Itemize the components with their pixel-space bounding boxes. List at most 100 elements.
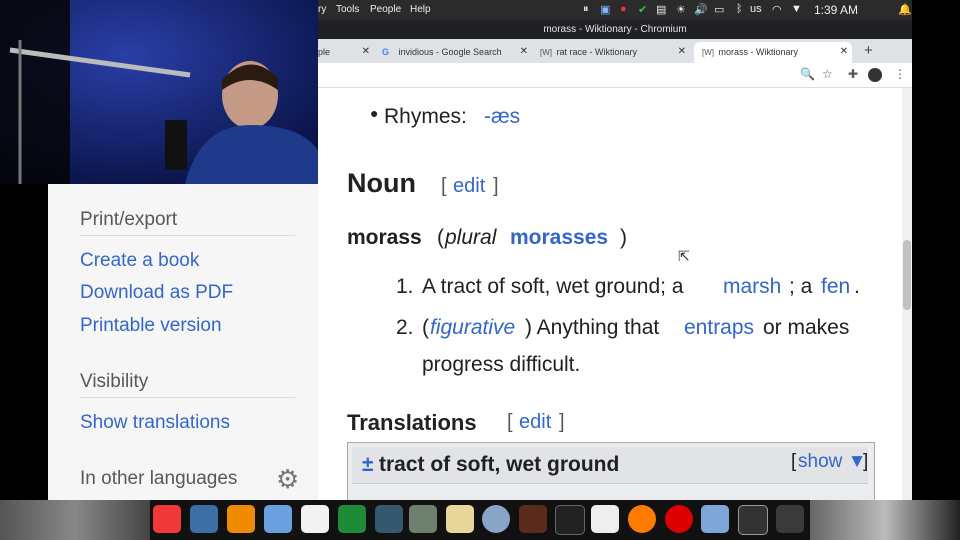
wiktionary-icon: [W]: [540, 48, 552, 57]
translations-edit-link[interactable]: edit: [519, 411, 551, 434]
fen-link[interactable]: fen: [821, 275, 850, 299]
marsh-link[interactable]: marsh: [723, 275, 781, 299]
bullet: ●: [370, 105, 379, 121]
noun-edit-link[interactable]: edit: [453, 175, 485, 198]
menu-item[interactable]: ry: [318, 4, 326, 15]
window-title: morass - Wiktionary - Chromium: [318, 20, 912, 39]
divider: [80, 235, 295, 236]
other-languages-heading: In other languages: [80, 468, 238, 489]
paren-close: ): [620, 226, 627, 249]
volume-icon[interactable]: 🔊: [694, 3, 708, 16]
download-pdf-link[interactable]: Download as PDF: [80, 282, 233, 304]
sense-text: progress difficult.: [422, 353, 581, 376]
printable-version-link[interactable]: Printable version: [80, 315, 222, 337]
record-icon[interactable]: ●: [620, 3, 627, 15]
flag-app-icon[interactable]: [591, 505, 619, 533]
divider: [80, 397, 295, 398]
clipboard-icon[interactable]: ▤: [656, 3, 666, 16]
terminal-icon[interactable]: [555, 505, 585, 535]
sense-text: or makes: [763, 316, 850, 339]
tab-label: ple: [318, 47, 331, 57]
zoom-icon[interactable]: 🔍: [800, 67, 815, 81]
translations-heading: Translations: [347, 410, 477, 435]
rhymes-link[interactable]: -æs: [484, 105, 520, 129]
toggle-icon[interactable]: ±: [362, 453, 374, 477]
close-icon[interactable]: ✕: [840, 42, 848, 62]
new-tab-icon[interactable]: +: [864, 42, 873, 59]
noun-heading: Noun: [347, 168, 416, 198]
sense-text: (: [422, 316, 429, 339]
tab-label: invidious - Google Search: [398, 47, 502, 57]
sense-text: ; a: [789, 275, 813, 298]
bulb-icon[interactable]: ☀: [676, 3, 686, 16]
plural-link[interactable]: morasses: [510, 226, 608, 250]
close-icon[interactable]: ✕: [520, 42, 528, 62]
notepad-icon[interactable]: [338, 505, 366, 533]
extensions-icon[interactable]: ✚: [848, 67, 858, 81]
tab-strip: ple ✕ G invidious - Google Search ✕ [W] …: [318, 39, 912, 63]
gear-icon[interactable]: ⚙: [276, 464, 299, 495]
translation-row[interactable]: ± tract of soft, wet ground [ show ▼ ]: [352, 447, 868, 484]
app-icon[interactable]: [519, 505, 547, 533]
tab-label: rat race - Wiktionary: [556, 47, 638, 57]
edit-bracket-open: [: [441, 175, 447, 197]
show-translations-button[interactable]: show ▼: [798, 451, 866, 473]
star-icon[interactable]: ☆: [822, 67, 833, 81]
create-book-link[interactable]: Create a book: [80, 250, 199, 272]
pause-icon[interactable]: ⏸: [583, 3, 589, 16]
wallpaper-strip: [810, 500, 960, 540]
entraps-link[interactable]: entraps: [684, 316, 754, 340]
close-icon[interactable]: ✕: [362, 42, 370, 62]
article-content: ● Rhymes: -æs Noun [ edit ] morass ( plu…: [318, 88, 902, 500]
notification-bell-icon[interactable]: 🔔: [898, 3, 912, 16]
system-monitor-icon[interactable]: [409, 505, 437, 533]
figurative-link[interactable]: figurative: [430, 316, 515, 340]
print-export-heading: Print/export: [80, 209, 178, 230]
menu-people[interactable]: People: [370, 4, 401, 15]
more-menu-icon[interactable]: ⋮: [894, 67, 906, 81]
chromium-icon[interactable]: [482, 505, 510, 533]
wifi-icon[interactable]: ◠: [772, 3, 782, 16]
browser-toolbar: 🔍 ☆ ✚ ⋮: [318, 63, 912, 88]
bluetooth-icon[interactable]: ᛒ: [736, 3, 743, 15]
sense-number: 1.: [396, 275, 414, 298]
translation-gloss: tract of soft, wet ground: [379, 453, 620, 476]
app-grid-icon[interactable]: [738, 505, 768, 535]
visibility-heading: Visibility: [80, 371, 149, 392]
mail-icon[interactable]: [446, 505, 474, 533]
app-tray-icon[interactable]: ▣: [600, 3, 610, 16]
tab-1[interactable]: ple ✕: [318, 42, 374, 63]
vivaldi-icon[interactable]: [153, 505, 181, 533]
sense-text: .: [854, 275, 860, 298]
close-icon[interactable]: ✕: [678, 42, 686, 62]
tab-3[interactable]: [W] rat race - Wiktionary ✕: [536, 42, 690, 63]
files-icon[interactable]: [190, 505, 218, 533]
document-icon[interactable]: [301, 505, 329, 533]
check-icon[interactable]: ✔: [638, 3, 647, 16]
opera-icon[interactable]: [665, 505, 693, 533]
firefox-icon[interactable]: [628, 505, 656, 533]
edit-bracket-close: ]: [559, 411, 565, 433]
chevron-down-icon[interactable]: ▼: [791, 3, 802, 15]
webcam-overlay: [0, 0, 318, 184]
image-viewer-icon[interactable]: [375, 505, 403, 533]
vlc-icon[interactable]: [227, 505, 255, 533]
tab-2[interactable]: G invidious - Google Search ✕: [378, 42, 532, 63]
webcam-image: [0, 0, 318, 184]
folder-icon[interactable]: [701, 505, 729, 533]
battery-icon[interactable]: ▭: [714, 3, 724, 16]
mouse-cursor-icon: ⇱: [678, 248, 690, 264]
menu-help[interactable]: Help: [410, 4, 431, 15]
scrollbar-thumb[interactable]: [903, 240, 911, 310]
profile-avatar[interactable]: [868, 68, 882, 82]
keyboard-layout[interactable]: us: [750, 3, 762, 15]
app-icon[interactable]: [264, 505, 292, 533]
show-bracket-open: [: [791, 451, 797, 472]
wiktionary-icon: [W]: [702, 48, 714, 57]
menu-tools[interactable]: Tools: [336, 4, 359, 15]
show-translations-link[interactable]: Show translations: [80, 412, 230, 434]
trash-icon[interactable]: [776, 505, 804, 533]
tab-4-active[interactable]: [W] morass - Wiktionary ✕: [694, 42, 852, 63]
tab-label: morass - Wiktionary: [718, 47, 799, 57]
clock[interactable]: 1:39 AM: [814, 3, 858, 17]
